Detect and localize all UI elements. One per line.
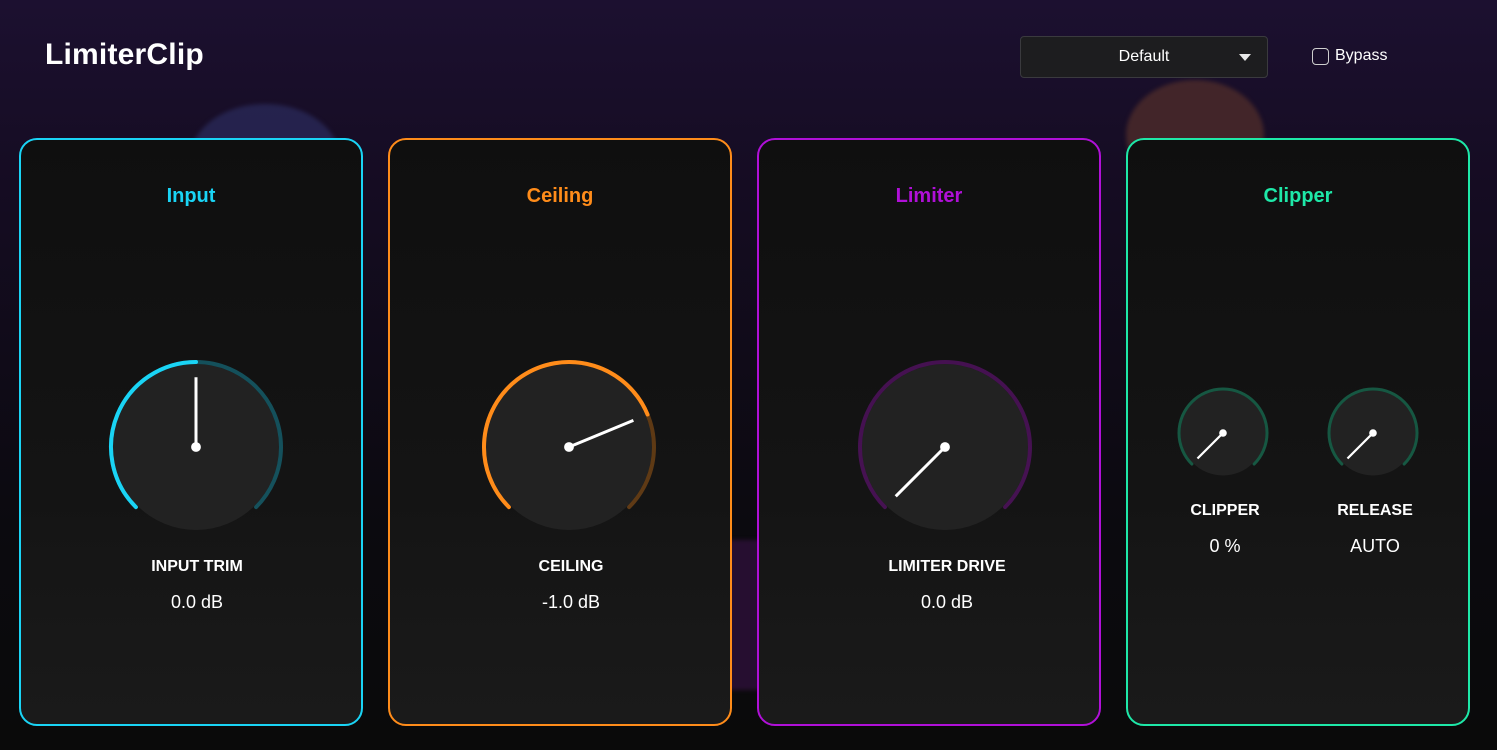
panel-ceiling: Ceiling CEILING -1.0 dB	[388, 138, 732, 726]
knob-label: CLIPPER	[1190, 502, 1260, 519]
app-title: LimiterClip	[45, 38, 204, 71]
bypass-toggle[interactable]: Bypass	[1312, 47, 1387, 65]
knob-value: 0.0 dB	[170, 592, 224, 612]
release-knob[interactable]	[1321, 381, 1425, 485]
bypass-checkbox[interactable]	[1312, 47, 1329, 65]
knob-center-dot	[191, 442, 201, 452]
panel-title: Ceiling	[526, 185, 594, 207]
knob-value: 0.0 dB	[920, 592, 974, 612]
preset-dropdown[interactable]: Default	[1020, 36, 1268, 78]
knob-center-dot	[564, 442, 574, 452]
preset-selected-value: Default	[1118, 48, 1170, 65]
input-trim-knob[interactable]	[101, 352, 291, 542]
knob-value: 0 %	[1209, 536, 1241, 556]
panel-limiter: Limiter LIMITER DRIVE 0.0 dB	[757, 138, 1101, 726]
panel-title: Limiter	[895, 185, 963, 207]
knob-label: LIMITER DRIVE	[888, 558, 1006, 575]
chevron-down-icon	[1239, 54, 1251, 61]
clipper-knob[interactable]	[1171, 381, 1275, 485]
panel-clipper: Clipper CLIPPER 0 % RELEASE AUTO	[1126, 138, 1470, 726]
knob-label: INPUT TRIM	[151, 558, 243, 575]
ceiling-knob[interactable]	[474, 352, 664, 542]
knob-center-dot	[1369, 429, 1377, 437]
knob-value: AUTO	[1350, 536, 1400, 556]
panel-title: Clipper	[1263, 185, 1333, 207]
knob-center-dot	[940, 442, 950, 452]
knob-value: -1.0 dB	[541, 592, 601, 612]
limiter-drive-knob[interactable]	[850, 352, 1040, 542]
bypass-label: Bypass	[1335, 47, 1388, 64]
panel-input: Input INPUT TRIM 0.0 dB	[19, 138, 363, 726]
knob-label: CEILING	[538, 558, 604, 575]
knob-label: RELEASE	[1337, 502, 1413, 519]
knob-center-dot	[1219, 429, 1227, 437]
panel-title: Input	[166, 185, 216, 207]
